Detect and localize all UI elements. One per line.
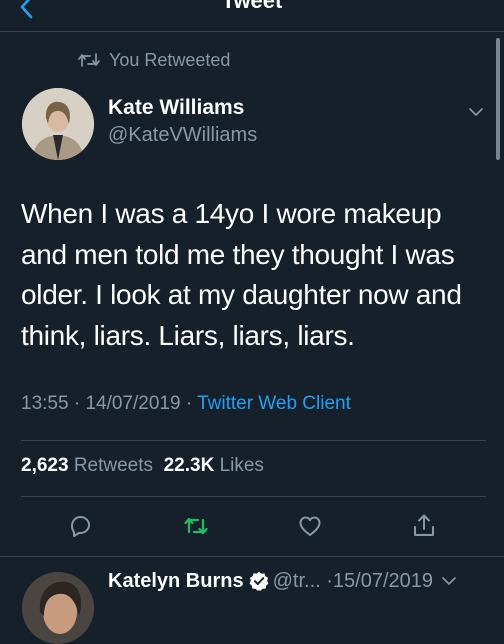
retweets-label: Retweets [73,455,154,476]
next-tweet-author-name[interactable]: Katelyn Burns [108,570,244,593]
page-title: Tweet [221,0,283,13]
next-avatar-photo [22,572,94,644]
share-icon[interactable] [410,512,438,540]
divider [21,496,486,497]
retweet-context-label: You Retweeted [109,49,231,70]
avatar[interactable] [22,88,94,160]
like-icon[interactable] [296,512,324,540]
tweet-client-link[interactable]: Twitter Web Client [197,393,351,414]
likes-stat[interactable]: 22.3K Likes [164,455,264,476]
header-bar: Tweet [0,0,504,32]
retweets-count: 2,623 [21,455,69,476]
avatar-photo [22,88,94,160]
likes-count: 22.3K [163,455,215,476]
retweet-icon [78,53,100,67]
tweet-text: When I was a 14yo I wore makeup and men … [21,198,462,351]
next-tweet-avatar[interactable] [22,572,94,644]
retweet-context: You Retweeted [78,48,230,72]
chevron-down-icon[interactable] [441,575,457,587]
tweet-stats: 2,623 Retweets 22.3K Likes [21,455,264,477]
tweet-time: 13:55 [21,393,69,414]
author-handle[interactable]: @KateVWilliams [108,124,257,147]
retweet-icon[interactable] [182,512,210,540]
divider [0,556,504,557]
tweet-date: 14/07/2019 [85,393,181,414]
next-tweet-date: ·15/07/2019 [326,569,434,592]
reply-icon[interactable] [66,512,94,540]
meta-separator: · [185,393,193,414]
tweet-meta: 13:55 · 14/07/2019 · Twitter Web Client [21,393,351,415]
likes-label: Likes [219,455,264,476]
next-tweet-header: Katelyn Burns @tr... ·15/07/2019 [108,568,457,594]
next-tweet-handle[interactable]: @tr... [273,570,321,593]
verified-badge-icon [249,571,268,591]
meta-separator: · [73,393,81,414]
divider [21,440,486,441]
author-name[interactable]: Kate Williams [108,96,244,120]
chevron-down-icon[interactable] [468,106,484,118]
retweets-stat[interactable]: 2,623 Retweets [21,455,153,476]
scrollbar[interactable] [496,38,500,160]
